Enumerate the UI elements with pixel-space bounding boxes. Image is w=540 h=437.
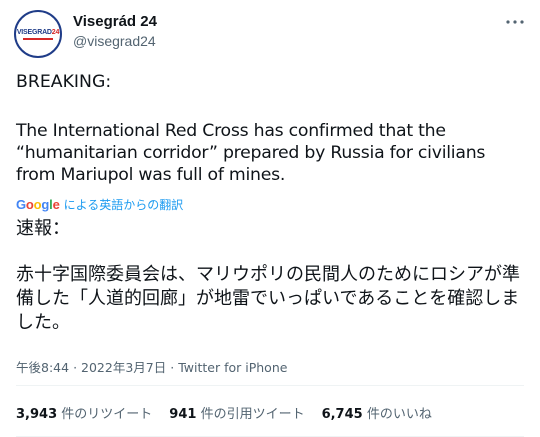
retweets-count: 3,943 (16, 407, 58, 422)
tweet-metadata: 午後8:44 · 2022年3月7日 · Twitter for iPhone (16, 357, 287, 376)
user-handle[interactable]: @visegrad24 (73, 33, 156, 49)
translation-attribution[interactable]: Google による英語からの翻訳 (16, 196, 183, 213)
meta-separator: · (170, 360, 175, 375)
quote-tweets-stat[interactable]: 941 件の引用ツイート (169, 403, 304, 422)
retweets-stat[interactable]: 3,943 件のリツイート (16, 403, 152, 422)
tweet-japanese-text: 赤十字国際委員会は、マリウポリの民間人のためにロシアが準備した「人道的回廊」が地… (16, 264, 520, 333)
likes-label: 件のいいね (366, 407, 432, 422)
tweet-header: VISEGRAD24 Visegrád 24 @visegrad24 (14, 10, 526, 58)
avatar[interactable]: VISEGRAD24 (14, 10, 62, 58)
more-horizontal-icon[interactable] (504, 12, 526, 32)
tweet-japanese-title: 速報： (16, 218, 70, 239)
divider (16, 385, 524, 386)
tweet-stats: 3,943 件のリツイート 941 件の引用ツイート 6,745 件のいいね (16, 403, 449, 422)
tweet-date[interactable]: 2022年3月7日 (81, 360, 166, 375)
tweet-source[interactable]: Twitter for iPhone (178, 360, 287, 375)
avatar-logo-text: VISEGRAD24 (16, 28, 60, 36)
meta-separator: · (73, 360, 78, 375)
tweet-breaking-label: BREAKING: (16, 72, 112, 92)
display-name[interactable]: Visegrád 24 (73, 13, 157, 30)
retweets-label: 件のリツイート (61, 407, 153, 422)
tweet-english-text: The International Red Cross has confirme… (16, 121, 486, 185)
likes-stat[interactable]: 6,745 件のいいね (322, 403, 432, 422)
likes-count: 6,745 (321, 407, 363, 422)
tweet-time[interactable]: 午後8:44 (16, 360, 69, 375)
quote-tweets-label: 件の引用ツイート (200, 407, 305, 422)
google-logo-icon: Google (16, 197, 60, 212)
quote-tweets-count: 941 (169, 407, 197, 422)
avatar-logo-bar (23, 37, 53, 40)
translation-label: による英語からの翻訳 (63, 198, 184, 212)
